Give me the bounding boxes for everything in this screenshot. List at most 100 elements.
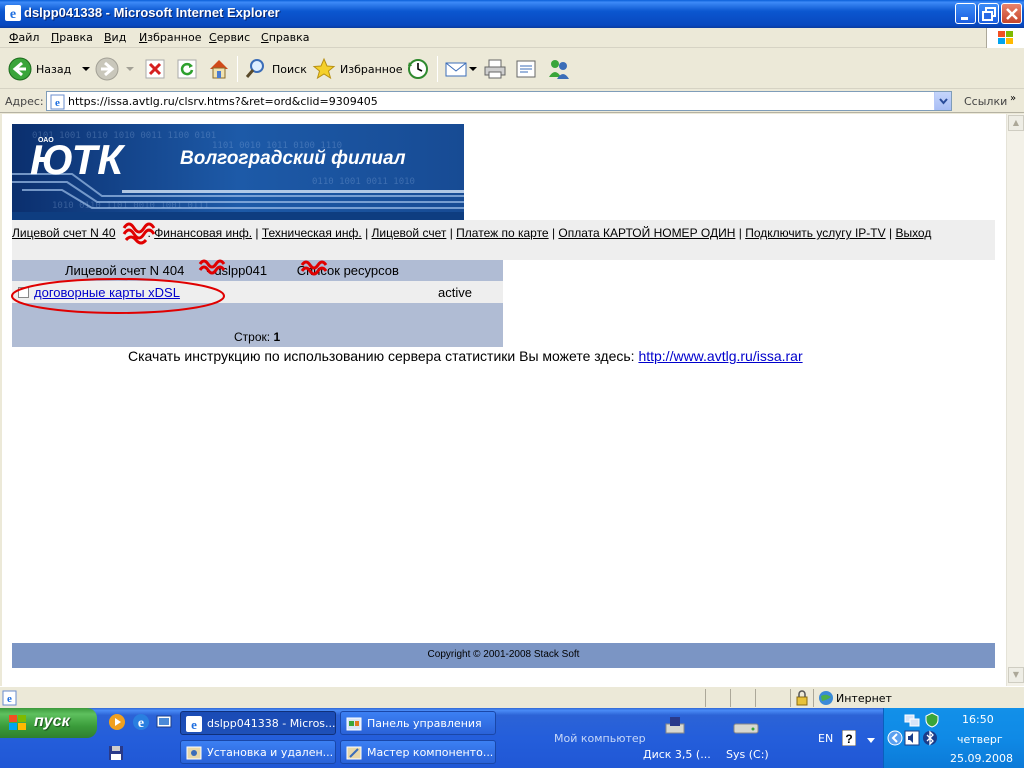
internet-explorer-icon: e [186,716,202,732]
clock-date: 25.09.2008 [950,752,1013,765]
status-bar: e Интернет [0,686,1024,708]
menu-tools[interactable]: Сервис [209,31,250,44]
my-computer-label[interactable]: Мой компьютер [554,732,646,745]
volume-icon[interactable] [904,730,920,746]
scroll-up-arrow-icon[interactable]: ▲ [1008,115,1024,131]
menu-view[interactable]: Вид [104,31,126,44]
nav-account-number-link[interactable]: Лицевой счет N 40 [12,226,116,240]
language-indicator[interactable]: EN [818,732,833,745]
start-button[interactable]: пуск [0,708,97,738]
menu-edit[interactable]: Правка [51,31,93,44]
nav-card-payment[interactable]: Платеж по карте [456,226,548,240]
scroll-down-arrow-icon[interactable]: ▼ [1008,667,1024,683]
help-icon[interactable]: ? [842,730,856,746]
security-zone-label: Интернет [836,692,892,705]
vertical-scrollbar[interactable]: ▲ ▼ [1006,114,1024,686]
edit-document-icon [516,60,536,78]
row-count: Строк: 1 [234,330,281,344]
hard-drive-label[interactable]: Sys (C:) [726,748,769,761]
download-text: Скачать инструкцию по использованию серв… [128,348,639,364]
window-title: dslpp041338 - Microsoft Internet Explore… [24,5,280,20]
nav-connect-iptv[interactable]: Подключить услугу IP-TV [745,226,885,240]
restore-button[interactable] [978,3,999,24]
taskbar-button-control-panel[interactable]: Панель управления [340,711,496,735]
tray-expand-icon[interactable] [887,730,903,746]
floppy-drive-icon[interactable] [664,714,686,736]
svg-text:e: e [191,717,197,732]
security-shield-icon[interactable] [924,712,940,728]
hard-drive-icon[interactable] [732,720,760,736]
minimize-button[interactable] [955,3,976,24]
page-icon: e [50,94,65,110]
search-icon [245,59,264,78]
menu-file[interactable]: Файл [9,31,39,44]
floppy-drive-label[interactable]: Диск 3,5 (... [643,748,711,761]
wizard-icon [346,746,362,760]
row-count-value: 1 [273,330,281,344]
nav-personal-account[interactable]: Лицевой счет [372,226,447,240]
forward-dropdown-icon[interactable] [123,64,137,74]
network-icon[interactable] [904,712,920,728]
links-button[interactable]: Ссылки [964,95,1007,108]
windows-flag-icon [9,715,26,730]
taskbar-button-ie[interactable]: e dslpp041338 - Micros... [180,711,336,735]
close-button[interactable] [1001,3,1022,24]
address-input[interactable]: e https://issa.avtlg.ru/clsrv.htms?&ret=… [46,91,952,111]
refresh-button[interactable] [176,55,198,83]
internet-zone-icon [819,691,833,705]
forward-button[interactable] [95,55,137,83]
utk-logo-text: ЮТК [30,136,126,183]
back-button[interactable]: Назад [8,55,93,83]
chevron-down-icon[interactable] [866,736,876,746]
copyright-bar: Copyright © 2001-2008 Stack Soft [12,643,995,668]
print-button[interactable] [483,55,507,83]
svg-text:?: ? [845,732,852,746]
internet-explorer-icon[interactable]: e [132,713,150,731]
mail-dropdown-icon[interactable] [468,64,478,74]
links-chevron-icon[interactable]: » [1010,93,1016,104]
clock-time[interactable]: 16:50 [962,713,994,726]
stop-button[interactable] [144,55,166,83]
bluetooth-icon[interactable] [922,730,938,746]
media-player-icon[interactable] [108,713,126,731]
control-panel-icon [346,717,362,731]
toolbar-separator [437,56,438,82]
nav-card-number-one[interactable]: Оплата КАРТОЙ НОМЕР ОДИН [558,226,735,240]
table-row: договорные карты xDSL active [12,281,503,303]
mail-button[interactable] [444,55,478,83]
history-button[interactable] [406,55,430,83]
address-dropdown-button[interactable] [934,92,951,110]
close-icon [1006,8,1018,20]
show-desktop-icon[interactable] [155,713,173,731]
download-link[interactable]: http://www.avtlg.ru/issa.rar [638,348,802,364]
taskbar-button-components-wizard[interactable]: Мастер компоненто... [340,740,496,764]
printer-icon [484,59,506,79]
taskbar: пуск e e dslpp041338 - Micros... Панель … [0,708,1024,768]
mail-icon [445,62,467,77]
taskbar-button-add-remove[interactable]: Установка и удален... [180,740,336,764]
home-button[interactable] [207,55,231,83]
back-dropdown-icon[interactable] [79,64,93,74]
nav-financial-info[interactable]: Финансовая инф. [154,226,252,240]
resource-xdsl-cards-link[interactable]: договорные карты xDSL [34,285,180,300]
edit-button[interactable] [514,55,538,83]
stop-icon [145,59,165,79]
menu-favorites[interactable]: Избранное [139,31,201,44]
home-icon [210,60,228,79]
refresh-icon [177,59,197,79]
menu-help[interactable]: Справка [261,31,309,44]
address-label: Адрес: [5,95,44,108]
resources-table-footer: Строк: 1 [12,303,503,347]
nav-technical-info[interactable]: Техническая инф. [262,226,362,240]
nav-logout[interactable]: Выход [895,226,931,240]
resource-checkbox[interactable] [18,287,29,298]
search-button[interactable]: Поиск [244,55,307,83]
floppy-disk-icon[interactable] [108,745,124,761]
history-icon [408,59,428,79]
minimize-icon [961,17,968,20]
header-account-label: Лицевой счет N 404 [65,263,185,278]
favorites-button[interactable]: Избранное [312,55,402,83]
messenger-button[interactable] [546,55,572,83]
internet-explorer-icon[interactable]: e [5,5,21,21]
resources-table: Лицевой счет N 404 - dslpp041 Список ресу… [12,260,503,347]
